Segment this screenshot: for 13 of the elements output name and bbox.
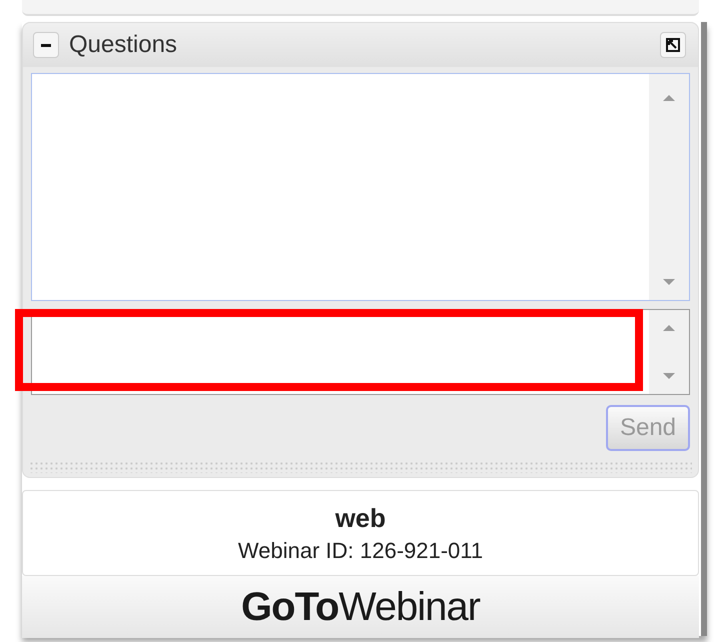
scroll-up-icon[interactable] [662, 324, 676, 332]
scrollbar[interactable] [649, 310, 689, 394]
pop-out-button[interactable] [660, 32, 686, 58]
collapse-button[interactable] [33, 32, 59, 58]
panel-title: Questions [69, 31, 178, 59]
webinar-id: Webinar ID: 126-921-011 [238, 538, 483, 564]
scrollbar[interactable] [649, 74, 689, 300]
arrow-in-square-icon [665, 37, 681, 53]
scroll-up-icon[interactable] [662, 94, 676, 102]
logo: GoToWebinar [241, 584, 480, 630]
scroll-down-icon[interactable] [662, 278, 676, 286]
scroll-down-icon[interactable] [662, 372, 676, 380]
webinar-name: web [335, 502, 386, 534]
